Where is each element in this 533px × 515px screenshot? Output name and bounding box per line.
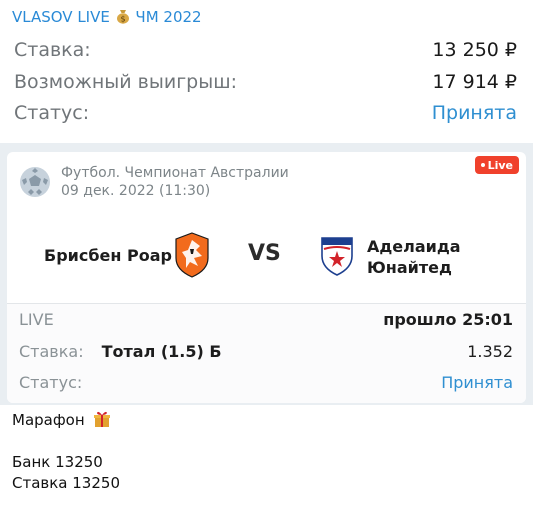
live-dot-icon	[480, 163, 485, 167]
league-name: Футбол. Чемпионат Австралии	[61, 165, 289, 181]
away-team-line2: Юнайтед	[367, 258, 452, 277]
match-date: 09 дек. 2022 (11:30)	[61, 183, 211, 199]
bet-market-row: Ставка: Тотал (1.5) Б 1.352	[19, 340, 513, 362]
live-badge: Live	[474, 156, 519, 174]
money-bag-icon: $	[116, 10, 129, 24]
status-row: Статус: Принята	[14, 99, 517, 127]
home-team-name: Брисбен Роар	[44, 246, 172, 265]
gift-icon	[94, 411, 111, 427]
live-state-row: LIVE прошло 25:01	[19, 308, 513, 330]
message-text: Марафон Банк 13250 Ставка 13250	[12, 410, 120, 494]
payout-label: Возможный выигрыш:	[14, 71, 238, 93]
bet-summary-card: VLASOV LIVE $ ЧМ 2022 Ставка: 13 250 ₽ В…	[0, 0, 533, 145]
status-value: Принята	[431, 102, 517, 124]
stake-value: 13 250 ₽	[432, 39, 517, 61]
versus-label: VS	[248, 241, 281, 266]
channel-title[interactable]: VLASOV LIVE $ ЧМ 2022	[12, 8, 202, 26]
live-state-label: LIVE	[19, 309, 54, 329]
bet-label: Ставка:	[19, 341, 84, 361]
adelaide-united-logo-icon	[321, 237, 353, 276]
status-label: Статус:	[14, 102, 90, 124]
football-icon	[20, 167, 50, 197]
message-line-marathon: Марафон	[12, 410, 120, 431]
bet-market: Тотал (1.5) Б	[101, 341, 222, 361]
stake-label: Ставка:	[14, 39, 91, 61]
bet-status-value: Принята	[441, 372, 513, 392]
message-line-stake: Ставка 13250	[12, 474, 120, 492]
away-team-name: Аделаида Юнайтед	[367, 236, 461, 278]
message-line-bank: Банк 13250	[12, 453, 103, 471]
bet-odds: 1.352	[467, 341, 513, 361]
bet-status-label: Статус:	[19, 372, 83, 392]
elapsed-time: прошло 25:01	[383, 309, 513, 329]
stake-row: Ставка: 13 250 ₽	[14, 36, 517, 64]
channel-suffix: ЧМ 2022	[135, 8, 202, 26]
live-badge-label: Live	[487, 158, 513, 172]
bet-status-row: Статус: Принята	[19, 371, 513, 393]
payout-value: 17 914 ₽	[432, 71, 517, 93]
away-team-line1: Аделаида	[367, 237, 461, 256]
match-card[interactable]: Футбол. Чемпионат Австралии 09 дек. 2022…	[7, 152, 526, 403]
brisbane-roar-logo-icon	[175, 232, 209, 278]
message-line1: Марафон	[12, 411, 85, 429]
channel-name: VLASOV LIVE	[12, 8, 110, 26]
payout-row: Возможный выигрыш: 17 914 ₽	[14, 68, 517, 96]
svg-text:$: $	[120, 15, 125, 24]
